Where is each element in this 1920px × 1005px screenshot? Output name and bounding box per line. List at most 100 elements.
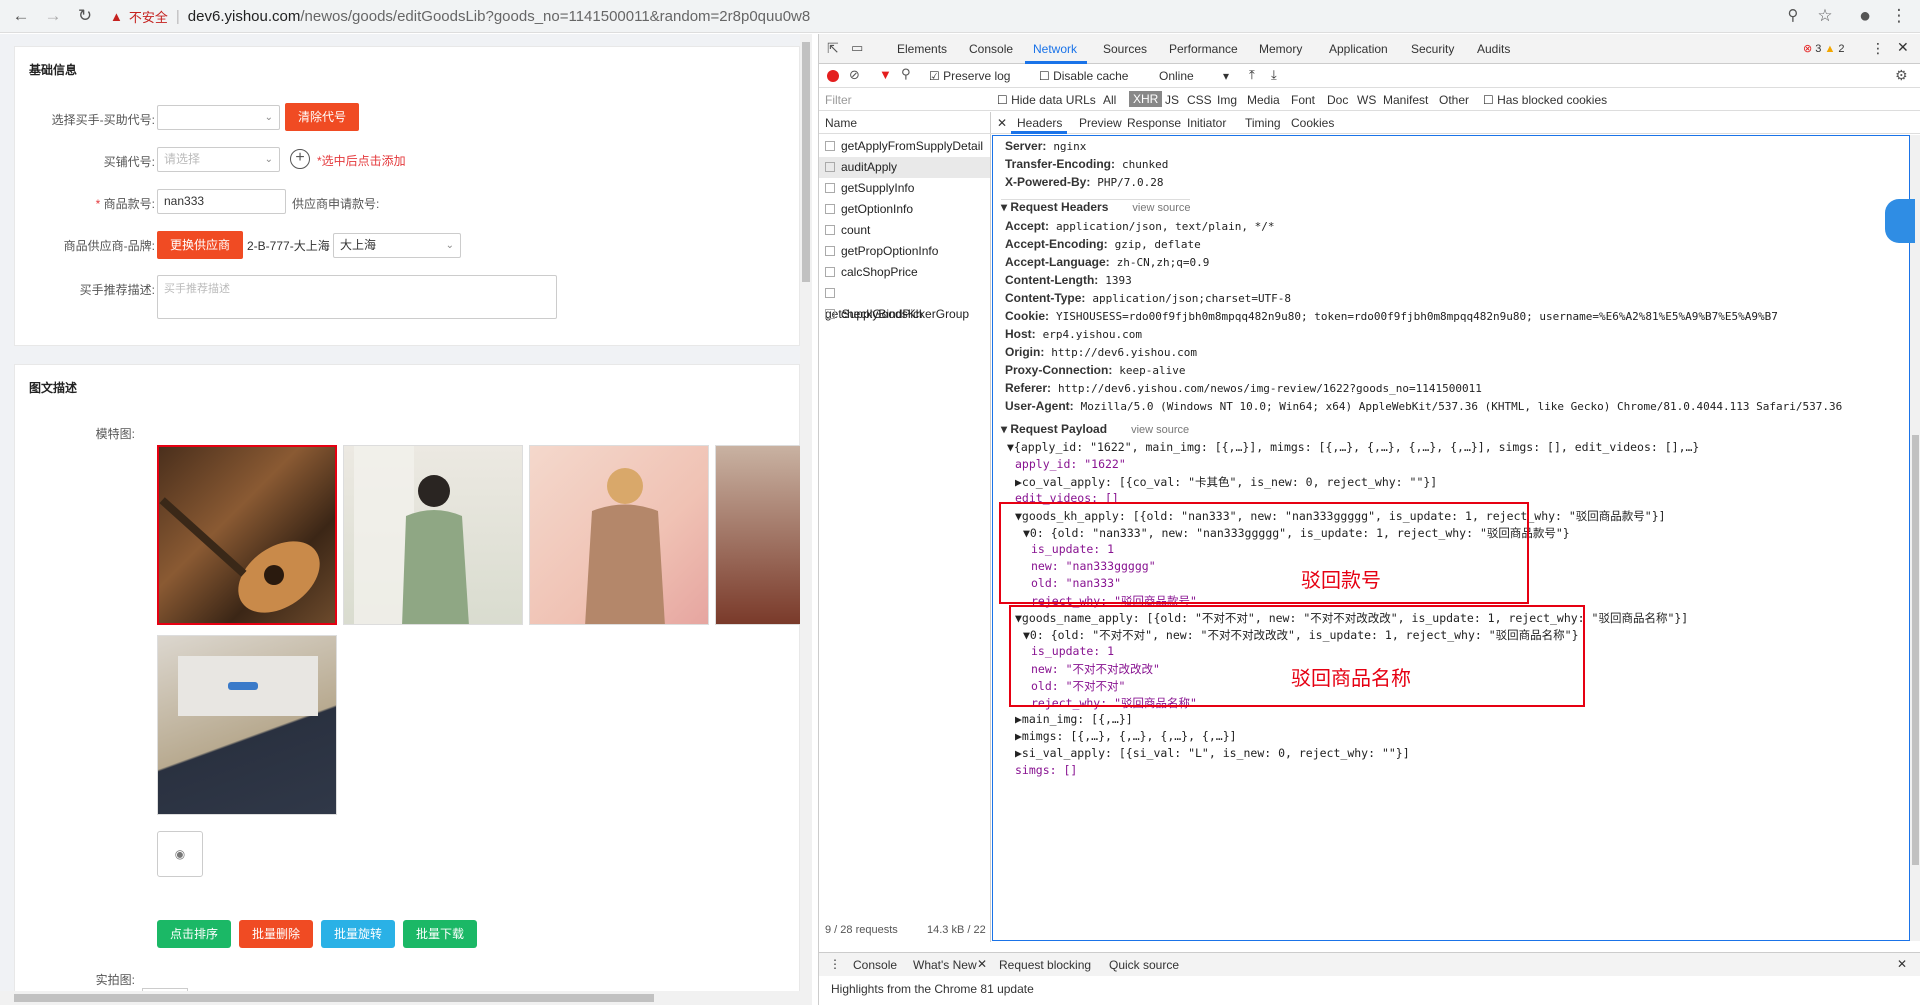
throttle-select[interactable]: Online ▾	[1159, 69, 1229, 83]
filter-img[interactable]: Img	[1217, 93, 1237, 107]
add-circle-icon[interactable]: +	[290, 149, 310, 169]
inspect-icon[interactable]: ⇱	[827, 40, 839, 57]
filter-css[interactable]: CSS	[1187, 93, 1212, 107]
profile-icon[interactable]: ●	[1854, 5, 1876, 27]
filter-all[interactable]: All	[1103, 93, 1116, 107]
clear-icon[interactable]: ⊘	[849, 67, 860, 83]
forward-icon[interactable]: →	[42, 5, 64, 27]
detail-scrollbar[interactable]	[1910, 135, 1920, 941]
detail-tab-cookies[interactable]: Cookies	[1291, 116, 1334, 130]
payload-line[interactable]: ▶co_val_apply: [{co_val: "卡其色", is_new: …	[1015, 474, 1437, 490]
reload-icon[interactable]: ↻	[74, 5, 96, 27]
filter-input[interactable]: Filter	[825, 93, 852, 107]
filter-doc[interactable]: Doc	[1327, 93, 1348, 107]
model-photo-image[interactable]	[343, 445, 523, 625]
record-icon[interactable]	[827, 70, 839, 82]
filter-other[interactable]: Other	[1439, 93, 1469, 107]
drawer-menu-icon[interactable]: ⋮	[829, 957, 841, 971]
payload-line[interactable]: ▶main_img: [{,…}]	[1015, 712, 1133, 726]
filter-manifest[interactable]: Manifest	[1383, 93, 1428, 107]
tab-console[interactable]: Console	[969, 42, 1013, 56]
devtools-menu-icon[interactable]: ⋮	[1871, 40, 1885, 57]
tab-sources[interactable]: Sources	[1103, 42, 1147, 56]
buyer-select[interactable]: ⌄	[157, 105, 280, 130]
request-row[interactable]: getSupplyBindPickerGroup	[825, 283, 985, 321]
drawer-content: Highlights from the Chrome 81 update	[831, 982, 1034, 996]
drawer-tab-console[interactable]: Console	[853, 958, 897, 972]
detail-tab-initiator[interactable]: Initiator	[1187, 116, 1226, 130]
request-row[interactable]: calcShopPrice	[825, 262, 985, 283]
filter-ws[interactable]: WS	[1357, 93, 1376, 107]
preserve-log-checkbox[interactable]: ☑ Preserve log	[929, 69, 1010, 83]
search-icon[interactable]: ⚲	[901, 66, 911, 82]
detail-tab-preview[interactable]: Preview	[1079, 116, 1122, 130]
zoom-icon[interactable]: ⚲	[1782, 5, 1804, 27]
close-detail-icon[interactable]: ✕	[997, 116, 1007, 130]
goods-no-input[interactable]: nan333	[157, 189, 286, 214]
back-icon[interactable]: ←	[10, 5, 32, 27]
request-headers-section[interactable]: ▾ Request Headers view source	[1001, 199, 1191, 214]
filter-media[interactable]: Media	[1247, 93, 1280, 107]
request-row[interactable]: checkGoodsKh	[825, 304, 985, 325]
request-row[interactable]: count	[825, 220, 985, 241]
clear-code-button[interactable]: 清除代号	[285, 103, 359, 131]
change-supplier-button[interactable]: 更换供应商	[157, 231, 243, 259]
drawer-tab-quick-source[interactable]: Quick source	[1109, 958, 1179, 972]
shop-code-select[interactable]: 请选择 ⌄	[157, 147, 280, 172]
request-payload-section[interactable]: ▾ Request Payload view source	[1001, 422, 1189, 436]
drawer-tab-request-blocking[interactable]: Request blocking	[999, 958, 1091, 972]
device-toggle-icon[interactable]: ▭	[851, 40, 863, 56]
bookmark-star-icon[interactable]: ☆	[1814, 5, 1836, 27]
tab-audits[interactable]: Audits	[1477, 42, 1510, 56]
request-row[interactable]: getOptionInfo	[825, 199, 985, 220]
payload-line[interactable]: ▶mimgs: [{,…}, {,…}, {,…}, {,…}]	[1015, 729, 1237, 743]
close-devtools-icon[interactable]: ✕	[1897, 39, 1909, 56]
settings-gear-icon[interactable]: ⚙	[1895, 67, 1908, 84]
filter-xhr[interactable]: XHR	[1129, 91, 1163, 107]
error-count[interactable]: ⊗ 3 ▲ 2	[1803, 42, 1845, 55]
disable-cache-checkbox[interactable]: ☐ Disable cache	[1039, 69, 1128, 83]
detail-tab-timing[interactable]: Timing	[1245, 116, 1281, 130]
detail-tab-headers[interactable]: Headers	[1017, 116, 1062, 130]
vertical-scrollbar[interactable]	[800, 34, 812, 1005]
batch-download-button[interactable]: 批量下载	[403, 920, 477, 948]
filter-font[interactable]: Font	[1291, 93, 1315, 107]
floating-widget-icon[interactable]	[1885, 199, 1915, 243]
upload-icon[interactable]: ⤒	[1249, 67, 1255, 83]
address-bar[interactable]: ▲ 不安全 | dev6.yishou.com/newos/goods/edit…	[110, 3, 1810, 29]
close-tab-icon[interactable]: ✕	[977, 957, 987, 971]
has-blocked-cookies-checkbox[interactable]: ☐ Has blocked cookies	[1483, 93, 1607, 107]
name-column-header[interactable]: Name	[819, 112, 991, 134]
request-row[interactable]: getSupplyInfo	[825, 178, 985, 199]
download-icon[interactable]: ⤓	[1271, 67, 1277, 83]
request-row-selected[interactable]: auditApply	[819, 157, 990, 178]
menu-icon[interactable]: ⋮	[1888, 5, 1910, 27]
hide-data-urls-checkbox[interactable]: ☐ Hide data URLs	[997, 93, 1096, 107]
tab-performance[interactable]: Performance	[1169, 42, 1238, 56]
drawer-tab-whats-new[interactable]: What's New	[913, 958, 977, 972]
tab-memory[interactable]: Memory	[1259, 42, 1302, 56]
brand-select[interactable]: 大上海 ⌄	[333, 233, 461, 258]
tab-elements[interactable]: Elements	[897, 42, 947, 56]
tab-application[interactable]: Application	[1329, 42, 1388, 56]
model-photo-image[interactable]	[529, 445, 709, 625]
sort-button[interactable]: 点击排序	[157, 920, 231, 948]
laptop-image[interactable]	[157, 635, 337, 815]
request-row[interactable]: getPropOptionInfo	[825, 241, 985, 262]
batch-rotate-button[interactable]: 批量旋转	[321, 920, 395, 948]
recommend-textarea[interactable]: 买手推荐描述	[157, 275, 557, 319]
close-drawer-icon[interactable]: ✕	[1897, 957, 1907, 971]
horizontal-scrollbar[interactable]	[0, 991, 800, 1005]
payload-line[interactable]: ▼{apply_id: "1622", main_img: [{,…}], mi…	[1007, 440, 1699, 454]
guitar-image[interactable]	[157, 445, 337, 625]
tab-security[interactable]: Security	[1411, 42, 1454, 56]
batch-delete-button[interactable]: 批量删除	[239, 920, 313, 948]
tab-network[interactable]: Network	[1033, 42, 1077, 56]
model-photo-image[interactable]	[715, 445, 801, 625]
filter-icon[interactable]: ▼	[879, 67, 892, 82]
filter-js[interactable]: JS	[1165, 93, 1179, 107]
camera-icon[interactable]: ◉	[157, 831, 203, 877]
payload-line[interactable]: ▶si_val_apply: [{si_val: "L", is_new: 0,…	[1015, 746, 1410, 760]
detail-tab-response[interactable]: Response	[1127, 116, 1181, 130]
request-row[interactable]: getApplyFromSupplyDetail	[825, 136, 985, 157]
